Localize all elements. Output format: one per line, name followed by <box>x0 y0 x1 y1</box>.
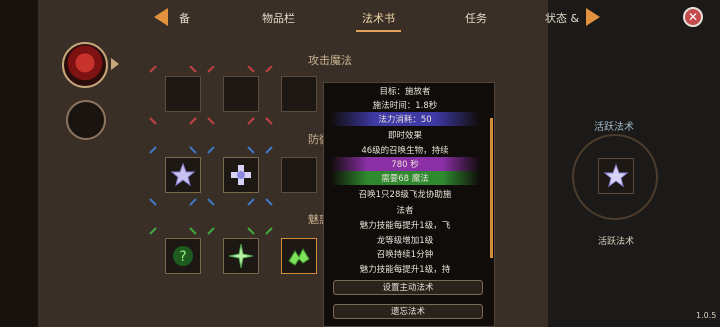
tooltip-target: 目标：施放者 <box>379 87 431 97</box>
character-avatar[interactable] <box>62 42 108 88</box>
tooltip-summon-desc: 46级的召唤生物，持续 <box>361 146 449 156</box>
tab-spellbook[interactable]: 法术书 <box>356 10 401 32</box>
tooltip-charm-1: 魅力技能每提升1级，飞 <box>359 221 451 231</box>
version-label: 1.0.5 <box>696 311 717 320</box>
left-side-strip <box>0 0 38 327</box>
tab-equipment[interactable]: 备 <box>179 10 190 26</box>
spirit-burst-icon <box>603 163 629 188</box>
avatar-expand-arrow-icon[interactable] <box>111 58 119 70</box>
tooltip-charm-2: 龙等级增加1级 <box>376 236 434 246</box>
set-active-spell-button[interactable]: 设置主动法术 <box>333 280 483 295</box>
forget-spell-button[interactable]: 遗忘法术 <box>333 304 483 319</box>
tab-next-arrow-icon[interactable] <box>586 8 600 26</box>
tooltip-charm-3: 魅力技能每提升1级，持 <box>359 265 451 275</box>
tooltip-cast-time: 施法时间：1.8秒 <box>372 101 438 111</box>
tooltip-duration: 780 秒 <box>391 160 419 170</box>
tooltip-scrollbar[interactable] <box>490 118 493 258</box>
secondary-avatar-slot[interactable] <box>66 100 106 140</box>
tab-inventory[interactable]: 物品栏 <box>262 10 295 26</box>
tooltip-requirement: 需要68 魔法 <box>381 174 429 184</box>
active-spell-slot[interactable] <box>598 158 634 194</box>
tab-quests[interactable]: 任务 <box>465 10 487 26</box>
tab-prev-arrow-icon[interactable] <box>154 8 168 26</box>
tab-status[interactable]: 状态 & <box>545 10 579 26</box>
tooltip-summon-1: 召唤1只28级飞龙协助施 <box>358 190 452 200</box>
close-button[interactable]: ✕ <box>683 7 703 27</box>
tooltip-duration-rule: 召唤持续1分钟 <box>376 250 434 260</box>
active-spell-label: 活跃法术 <box>598 237 635 247</box>
tooltip-summon-2: 法者 <box>396 206 414 216</box>
tooltip-immediate: 即时效果 <box>387 131 422 141</box>
active-spell-title: 活跃法术 <box>594 122 634 133</box>
tooltip-mana-cost: 法力消耗：50 <box>378 115 432 125</box>
slot-bracket-decorations <box>149 66 273 235</box>
